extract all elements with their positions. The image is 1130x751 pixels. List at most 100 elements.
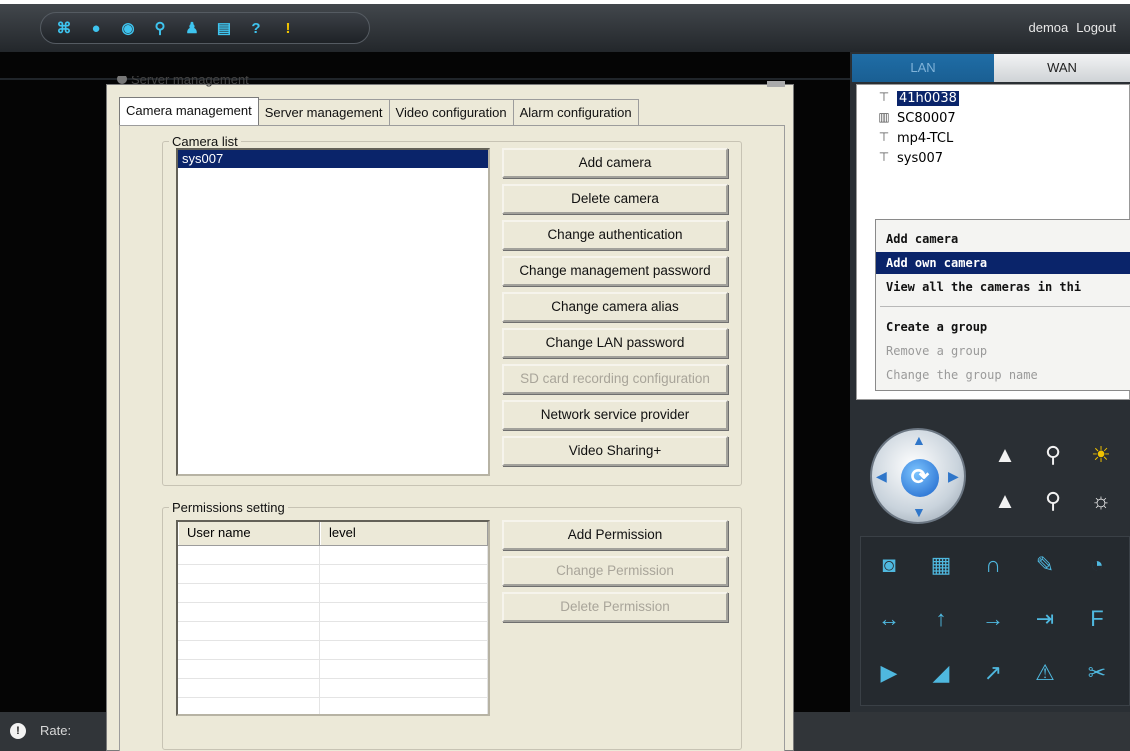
ptz-down-icon[interactable]: ▼ xyxy=(912,504,926,520)
horizontal-scan-icon[interactable]: ↔ xyxy=(871,601,907,637)
add-camera-button[interactable]: Add camera xyxy=(502,148,728,178)
change-authentication-button[interactable]: Change authentication xyxy=(502,220,728,250)
menu-item-add-own-camera[interactable]: Add own camera xyxy=(876,252,1130,274)
tab-lan[interactable]: LAN xyxy=(852,54,994,82)
enter-icon[interactable]: ⇥ xyxy=(1027,601,1063,637)
help-icon[interactable]: ? xyxy=(243,16,269,40)
device-item[interactable]: ▥ SC80007 xyxy=(875,109,955,127)
video-sharing-button[interactable]: Video Sharing+ xyxy=(502,436,728,466)
ptz-up-icon[interactable]: ▲ xyxy=(912,432,926,448)
record-icon[interactable]: ● xyxy=(83,16,109,40)
delete-camera-button[interactable]: Delete camera xyxy=(502,184,728,214)
vertical-flip-icon[interactable]: ◢ xyxy=(923,655,959,691)
snapshot-icon[interactable]: ◉ xyxy=(115,16,141,40)
column-header-level[interactable]: level xyxy=(320,522,488,545)
server-management-dialog: Server management Camera management Serv… xyxy=(106,76,794,751)
info-icon[interactable]: ! xyxy=(275,16,301,40)
tab-video-configuration[interactable]: Video configuration xyxy=(388,99,514,125)
table-row xyxy=(178,546,488,565)
device-label: 41h0038 xyxy=(897,90,959,106)
user-icon[interactable]: ♟ xyxy=(179,16,205,40)
3g-camera-icon: ▥ xyxy=(878,110,890,124)
menu-separator xyxy=(880,306,1130,307)
tab-alarm-configuration[interactable]: Alarm configuration xyxy=(512,99,639,125)
device-label: mp4-TCL xyxy=(897,130,954,146)
device-item[interactable]: ⊤ 41h0038 xyxy=(875,89,959,107)
network-service-provider-button[interactable]: Network service provider xyxy=(502,400,728,430)
dialog-app-icon xyxy=(117,76,127,84)
brightness-up-icon[interactable]: ☀ xyxy=(1086,440,1116,470)
timer-icon[interactable]: ◔ xyxy=(1079,547,1115,583)
headphones-icon[interactable]: ∩ xyxy=(975,547,1011,583)
dialog-title: Server management xyxy=(117,76,249,90)
ptz-right-icon[interactable]: ▶ xyxy=(948,468,959,485)
device-tree: ⊤ 41h0038 ▥ SC80007 ⊤ mp4-TCL ⊤ sys007 A… xyxy=(856,84,1130,400)
permissions-legend: Permissions setting xyxy=(172,500,285,515)
ptz-auto-rotate-icon[interactable]: ⟳ xyxy=(901,459,939,497)
storage-icon[interactable]: ▤ xyxy=(211,16,237,40)
up-arrow-icon[interactable]: ↑ xyxy=(923,601,959,637)
change-permission-button: Change Permission xyxy=(502,556,728,586)
zoom-in-icon[interactable]: ▲ xyxy=(990,440,1020,470)
trend-icon[interactable]: ↗ xyxy=(975,655,1011,691)
alarm-icon[interactable]: ⚠ xyxy=(1027,655,1063,691)
right-panel: LAN WAN ⊤ 41h0038 ▥ SC80007 ⊤ mp4-TCL ⊤ … xyxy=(850,52,1130,712)
camera-listbox[interactable]: sys007 xyxy=(176,148,490,476)
zoom-out-icon[interactable]: ▲ xyxy=(990,486,1020,516)
menu-item-view-all-cameras[interactable]: View all the cameras in thi xyxy=(876,276,1130,298)
device-label: sys007 xyxy=(897,150,944,166)
network-tabs: LAN WAN xyxy=(852,54,1130,82)
camera-list-item[interactable]: sys007 xyxy=(178,150,488,168)
menu-item-change-group-name: Change the group name xyxy=(886,368,1038,382)
focus-in-icon[interactable]: ⚲ xyxy=(1038,440,1068,470)
logout-link[interactable]: Logout xyxy=(1076,20,1116,35)
clapper-icon[interactable]: ▦ xyxy=(923,547,959,583)
device-item[interactable]: ⊤ mp4-TCL xyxy=(875,129,953,147)
context-menu: Add camera Add own camera View all the c… xyxy=(875,219,1130,391)
change-camera-alias-button[interactable]: Change camera alias xyxy=(502,292,728,322)
camera-icon: ⊤ xyxy=(878,150,890,164)
table-row xyxy=(178,679,488,698)
dialog-tabs: Camera management Server management Vide… xyxy=(119,97,639,125)
right-arrow-icon[interactable]: → xyxy=(975,601,1011,637)
camera-list-legend: Camera list xyxy=(172,134,238,149)
table-row xyxy=(178,698,488,714)
f-icon[interactable]: F xyxy=(1079,601,1115,637)
table-row xyxy=(178,565,488,584)
focus-out-icon[interactable]: ⚲ xyxy=(1038,486,1068,516)
ptz-direction-pad[interactable]: ▲ ▼ ◀ ▶ ⟳ xyxy=(870,428,966,524)
horizontal-flip-icon[interactable]: ▶ xyxy=(871,655,907,691)
camera-icon: ⊤ xyxy=(878,130,890,144)
ptz-left-icon[interactable]: ◀ xyxy=(876,468,887,485)
permissions-table[interactable]: User name level xyxy=(176,520,490,716)
menu-item-add-camera[interactable]: Add camera xyxy=(876,228,1130,250)
add-permission-button[interactable]: Add Permission xyxy=(502,520,728,550)
device-item[interactable]: ⊤ sys007 xyxy=(875,149,943,167)
brightness-down-icon[interactable]: ☼ xyxy=(1086,486,1116,516)
permissions-table-header: User name level xyxy=(178,522,488,546)
camera-management-panel: Camera list sys007 Add camera Delete cam… xyxy=(119,125,785,751)
username-label: demoa xyxy=(1028,20,1069,35)
wrench-icon[interactable]: ✂ xyxy=(1079,655,1115,691)
table-row xyxy=(178,641,488,660)
microphone-icon[interactable]: ✎ xyxy=(1027,547,1063,583)
status-info-icon: ! xyxy=(10,723,26,739)
column-header-user-name[interactable]: User name xyxy=(178,522,320,545)
delete-permission-button: Delete Permission xyxy=(502,592,728,622)
tab-camera-management[interactable]: Camera management xyxy=(119,97,259,125)
user-area: demoa Logout xyxy=(1028,20,1116,35)
toolbar: ⌘ ● ◉ ⚲ ♟ ▤ ? ! demoa Logout xyxy=(0,4,1130,52)
ptz-control: ▲ ▼ ◀ ▶ ⟳ ▲ ⚲ ☀ ▲ ⚲ ☼ xyxy=(860,428,1130,528)
sd-card-recording-config-button: SD card recording configuration xyxy=(502,364,728,394)
change-management-password-button[interactable]: Change management password xyxy=(502,256,728,286)
menu-item-create-group[interactable]: Create a group xyxy=(876,316,1130,338)
tab-server-management[interactable]: Server management xyxy=(257,99,390,125)
grid-view-icon[interactable]: ⌘ xyxy=(51,16,77,40)
toolbar-icon-bar: ⌘ ● ◉ ⚲ ♟ ▤ ? ! xyxy=(40,12,370,44)
table-row xyxy=(178,584,488,603)
close-icon[interactable] xyxy=(767,81,785,87)
camera-icon[interactable]: ◙ xyxy=(871,547,907,583)
change-lan-password-button[interactable]: Change LAN password xyxy=(502,328,728,358)
tab-wan[interactable]: WAN xyxy=(994,54,1130,82)
search-icon[interactable]: ⚲ xyxy=(147,16,173,40)
